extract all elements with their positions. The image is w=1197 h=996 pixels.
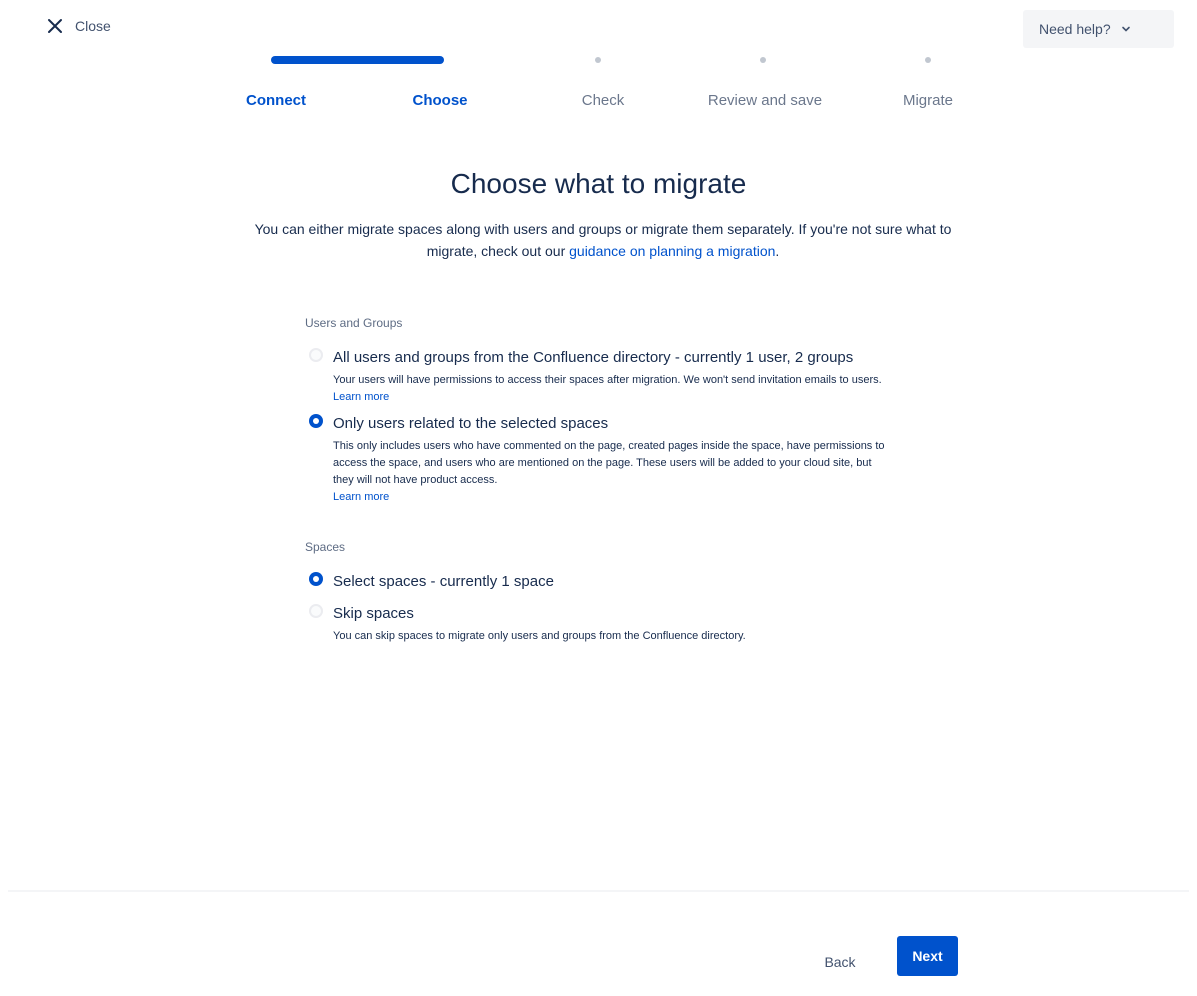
intro-text: You can either migrate spaces along with… [248,218,958,262]
option-related-users-desc-text: This only includes users who have commen… [333,440,885,486]
page-title: Choose what to migrate [450,168,747,199]
option-all-users-desc-text: Your users will have permissions to acce… [333,374,882,386]
migration-options-form: Users and Groups All users and groups fr… [305,316,895,649]
step-label-review: Review and save [707,92,823,109]
radio-related-users[interactable] [309,414,323,428]
progress-bar-completed [271,56,444,64]
option-select-spaces[interactable]: Select spaces - currently 1 space [305,570,895,594]
option-skip-spaces-desc: You can skip spaces to migrate only user… [333,630,746,642]
radio-select-spaces[interactable] [309,572,323,586]
radio-skip-spaces[interactable] [309,604,323,618]
option-all-users-title: All users and groups from the Confluence… [333,349,854,366]
option-related-users-desc: This only includes users who have commen… [333,438,895,506]
step-label-check: Check [581,92,625,109]
option-all-users-desc: Your users will have permissions to acce… [333,372,895,406]
radio-all-users[interactable] [309,348,323,362]
option-all-users[interactable]: All users and groups from the Confluence… [305,346,895,406]
option-select-spaces-title: Select spaces - currently 1 space [333,573,554,590]
guidance-link[interactable]: guidance on planning a migration [569,243,775,259]
option-skip-spaces-title: Skip spaces [333,605,414,622]
option-related-users[interactable]: Only users related to the selected space… [305,412,895,506]
intro-end: . [775,243,780,259]
step-dot-migrate [925,57,931,63]
footer-divider [8,890,1189,892]
users-groups-section-label: Users and Groups [305,316,403,330]
step-dot-check [595,57,601,63]
progress-tracker: Connect Choose Check Review and save Mig… [0,0,1197,120]
step-dot-review [760,57,766,63]
step-label-migrate: Migrate [902,92,954,109]
option-skip-spaces[interactable]: Skip spaces You can skip spaces to migra… [305,602,895,645]
option-related-users-title: Only users related to the selected space… [333,415,609,432]
next-button[interactable]: Next [897,936,958,976]
learn-more-link[interactable]: Learn more [333,391,389,403]
step-label-choose: Choose [412,92,468,109]
spaces-section-label: Spaces [305,540,346,554]
back-button[interactable]: Back [820,946,860,978]
learn-more-link[interactable]: Learn more [333,491,389,503]
step-label-connect: Connect [246,92,306,109]
